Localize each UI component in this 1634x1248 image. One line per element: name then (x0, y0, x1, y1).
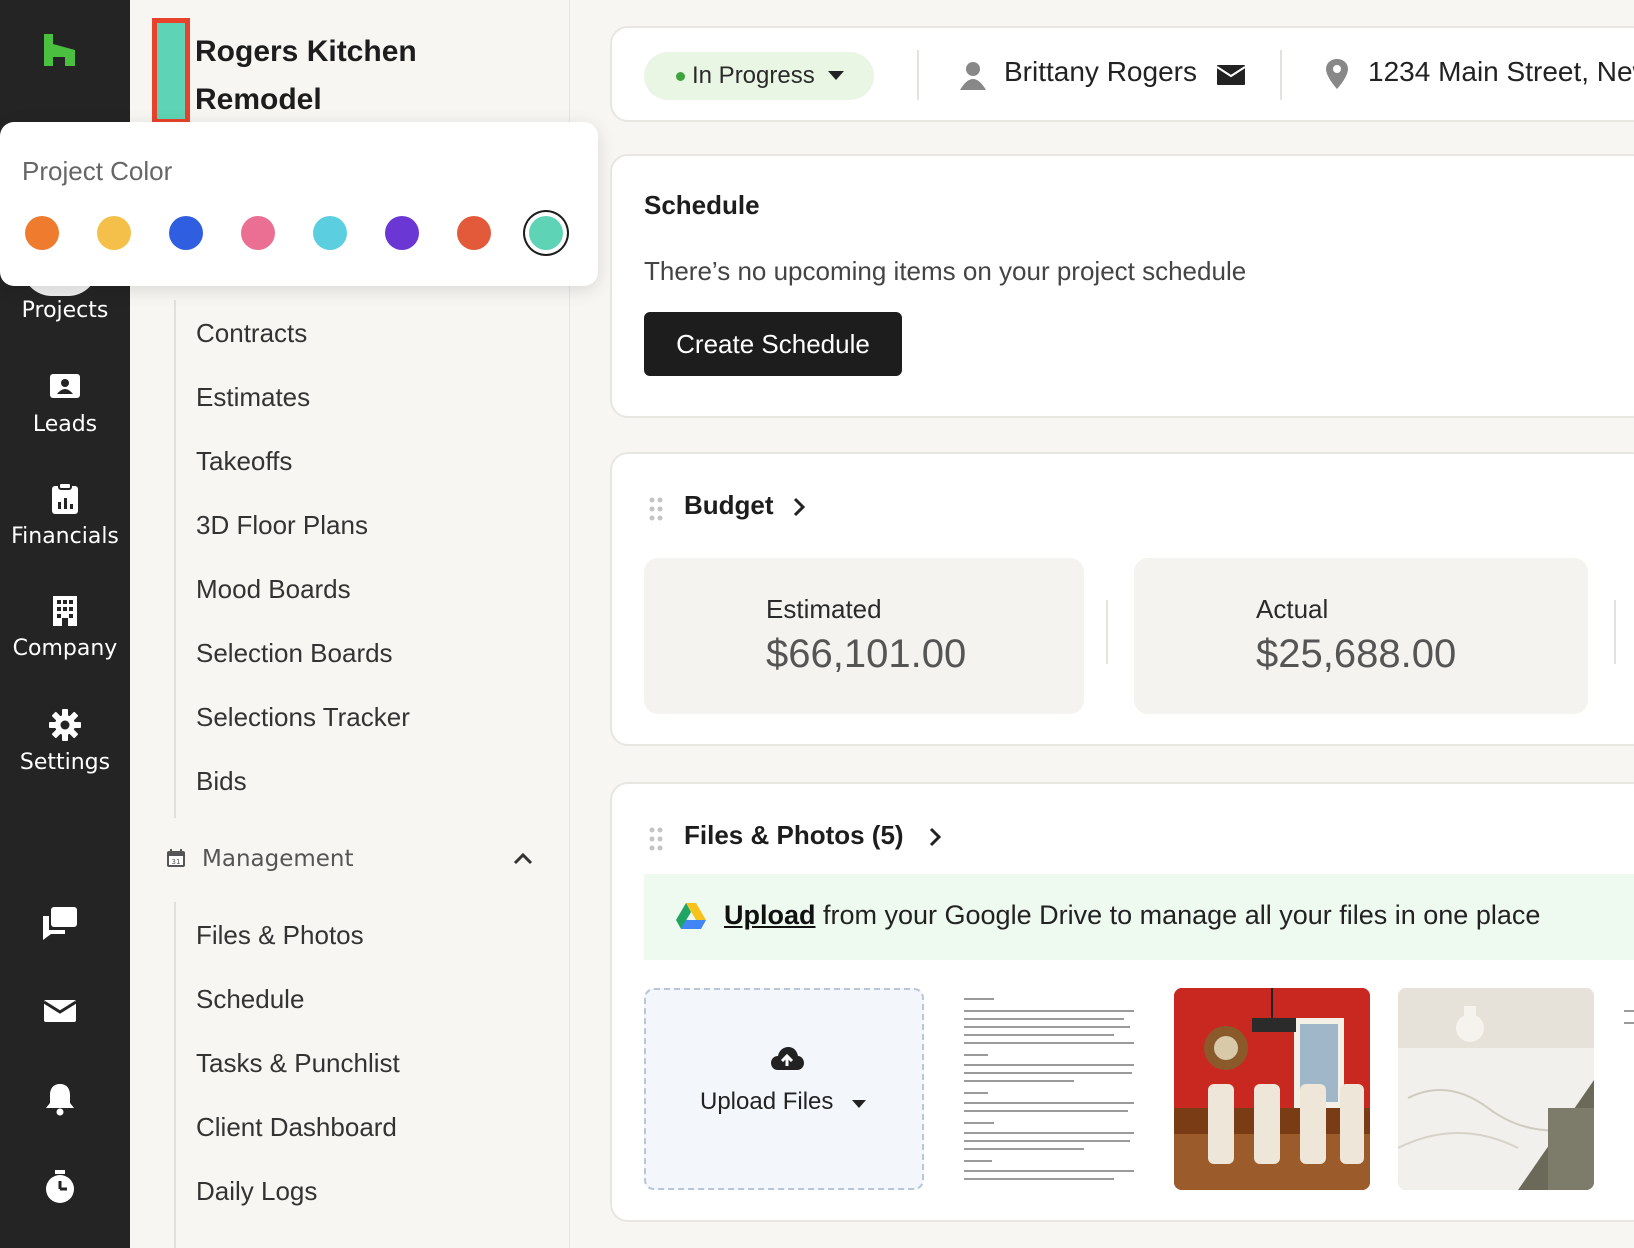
banner-rest-text: from your Google Drive to manage all you… (815, 900, 1541, 930)
sidebar-item-selection-boards[interactable]: Selection Boards (196, 638, 393, 669)
rail-item-leads[interactable]: Leads (0, 370, 130, 437)
rail-item-projects[interactable]: Projects (0, 298, 130, 323)
color-swatch-yellow[interactable] (97, 216, 131, 250)
schedule-empty-text: There’s no upcoming items on your projec… (644, 256, 1247, 286)
building-icon (53, 596, 77, 626)
houzz-logo-icon[interactable] (40, 30, 80, 70)
sidebar-item-tasks-punchlist[interactable]: Tasks & Punchlist (196, 1048, 400, 1079)
cloud-upload-icon (771, 1047, 804, 1070)
sidebar-item-daily-logs[interactable]: Daily Logs (196, 1176, 317, 1207)
banner-text: Upload from your Google Drive to manage … (724, 900, 1540, 931)
sidebar-item-schedule[interactable]: Schedule (196, 984, 304, 1015)
mail-icon[interactable] (41, 992, 79, 1030)
color-swatch-blue[interactable] (169, 216, 203, 250)
estimated-value: $66,101.00 (766, 632, 967, 676)
project-address[interactable]: 1234 Main Street, New (1368, 56, 1634, 88)
budget-card: Budget Estimated $66,101.00 Actual $25,6… (610, 452, 1634, 746)
clipboard-chart-icon (52, 482, 78, 514)
drag-handle-icon[interactable] (648, 826, 664, 852)
caret-down-icon (852, 1100, 866, 1108)
sidebar-item-client-dashboard[interactable]: Client Dashboard (196, 1112, 397, 1143)
sidebar-item-bids[interactable]: Bids (196, 766, 247, 797)
upload-files-label: Upload Files (700, 1088, 834, 1115)
rail-item-financials[interactable]: Financials (0, 482, 130, 549)
google-drive-banner: Upload from your Google Drive to manage … (644, 874, 1634, 960)
sidebar-item-estimates[interactable]: Estimates (196, 382, 310, 413)
file-thumbnail-document[interactable] (952, 988, 1148, 1190)
client-name[interactable]: Brittany Rogers (1004, 56, 1197, 88)
color-swatch-pink[interactable] (241, 216, 275, 250)
calendar-icon: 31 (167, 849, 185, 867)
rail-item-company[interactable]: Company (0, 594, 130, 661)
chevron-right-icon[interactable] (788, 496, 810, 518)
section-management-toggle[interactable]: 31 Management (166, 844, 536, 880)
location-pin-icon (1326, 59, 1348, 89)
sidebar-item-files-photos[interactable]: Files & Photos (196, 920, 364, 951)
chevron-right-icon[interactable] (924, 826, 946, 848)
popover-title: Project Color (22, 156, 173, 186)
color-swatch-cyan[interactable] (313, 216, 347, 250)
drag-handle-icon[interactable] (648, 496, 664, 522)
upload-link[interactable]: Upload (724, 900, 816, 930)
status-dot (676, 72, 685, 81)
sidebar-item-3d-floor-plans[interactable]: 3D Floor Plans (196, 510, 368, 541)
schedule-title: Schedule (644, 190, 760, 220)
timer-icon[interactable] (41, 1168, 79, 1206)
caret-down-icon (828, 71, 844, 80)
gear-icon (49, 709, 81, 741)
bell-icon[interactable] (41, 1080, 79, 1118)
header-divider (1280, 50, 1282, 100)
sidebar-item-contracts[interactable]: Contracts (196, 318, 307, 349)
actual-label: Actual (1256, 594, 1329, 624)
color-swatch-teal[interactable] (529, 216, 563, 250)
chevron-up-icon (513, 852, 533, 865)
color-swatch-orange[interactable] (25, 216, 59, 250)
nav-divider-line (174, 300, 176, 818)
mail-icon[interactable] (1216, 62, 1246, 88)
budget-divider (1614, 600, 1616, 664)
project-color-popover: Project Color (0, 122, 598, 286)
schedule-card: Schedule There’s no upcoming items on yo… (610, 154, 1634, 418)
person-icon (960, 62, 986, 90)
color-swatch-purple[interactable] (385, 216, 419, 250)
actual-value: $25,688.00 (1256, 632, 1457, 676)
files-photos-card: Files & Photos (5) Upload from your Goog… (610, 782, 1634, 1222)
project-header-bar: In Progress Brittany Rogers 1234 Main St… (610, 26, 1634, 122)
file-thumbnail-dining-room[interactable] (1174, 988, 1370, 1190)
sidebar-item-takeoffs[interactable]: Takeoffs (196, 446, 292, 477)
nav-divider-line-management (174, 902, 176, 1248)
google-drive-icon (676, 903, 706, 929)
sidebar-item-selections-tracker[interactable]: Selections Tracker (196, 702, 410, 733)
files-title[interactable]: Files & Photos (5) (684, 820, 904, 851)
project-title: Rogers Kitchen Remodel (195, 35, 417, 116)
create-schedule-button[interactable]: Create Schedule (644, 312, 902, 376)
file-thumbnail-marble-counter[interactable] (1398, 988, 1594, 1190)
svg-text:31: 31 (172, 858, 181, 866)
project-color-swatch[interactable] (152, 18, 190, 124)
budget-estimated-box: Estimated $66,101.00 (644, 558, 1084, 714)
file-thumbnail-partial[interactable] (1618, 988, 1634, 1190)
header-divider (917, 50, 919, 100)
contact-card-icon (50, 374, 80, 398)
rail-item-settings[interactable]: Settings (0, 708, 130, 775)
upload-files-dropzone[interactable]: Upload Files (644, 988, 924, 1190)
sidebar-item-mood-boards[interactable]: Mood Boards (196, 574, 351, 605)
color-swatch-red[interactable] (457, 216, 491, 250)
chat-icon[interactable] (41, 904, 79, 942)
estimated-label: Estimated (766, 594, 882, 624)
budget-divider (1106, 600, 1108, 664)
budget-title[interactable]: Budget (684, 490, 774, 521)
status-label: In Progress (692, 62, 815, 89)
status-dropdown[interactable]: In Progress (644, 52, 874, 100)
budget-actual-box: Actual $25,688.00 (1134, 558, 1588, 714)
section-management-label: Management (202, 846, 354, 872)
